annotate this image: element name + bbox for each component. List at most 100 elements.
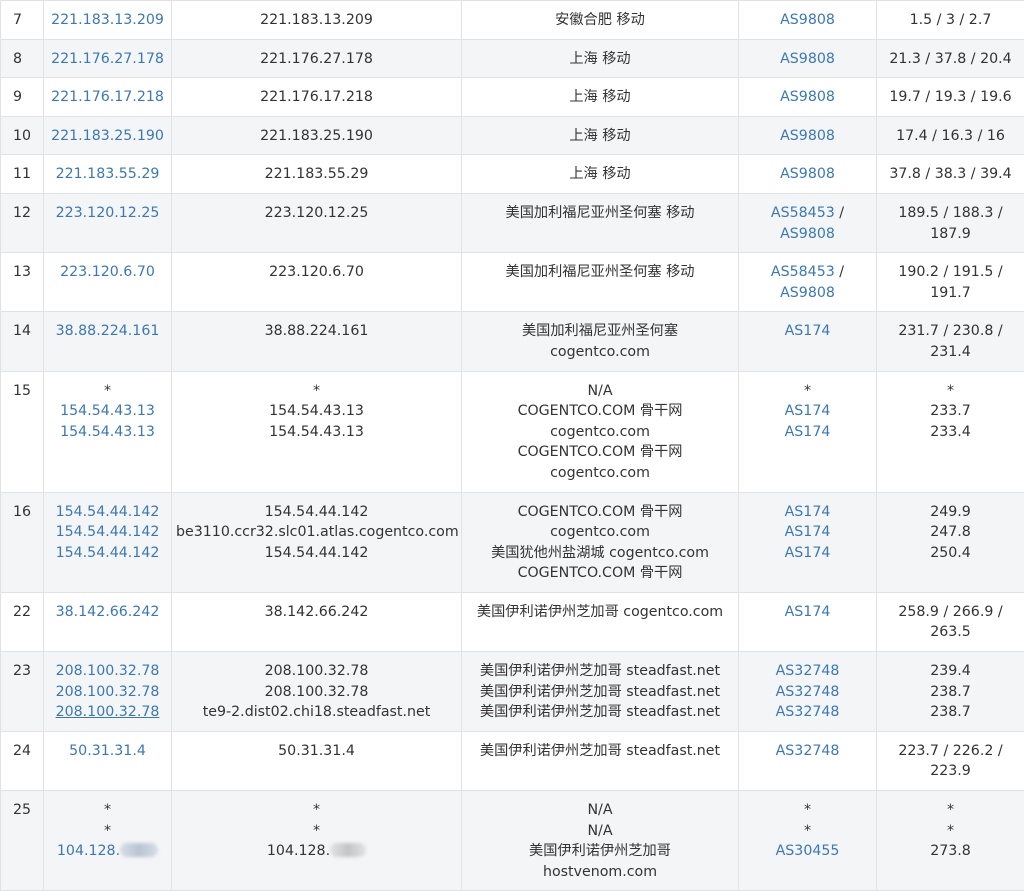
- table-row: 8221.176.27.178221.176.27.178上海 移动AS9808…: [1, 39, 1024, 78]
- as-link[interactable]: AS9808: [743, 87, 872, 108]
- latency-value: 258.9 / 266.9 /: [881, 602, 1020, 623]
- latency-cell: 21.3 / 37.8 / 20.4: [877, 39, 1024, 78]
- as-link[interactable]: AS58453: [771, 205, 835, 221]
- ip-link[interactable]: 154.54.44.142: [48, 502, 167, 523]
- as-link[interactable]: AS174: [743, 602, 872, 623]
- ip-cell: 221.176.27.178: [44, 39, 172, 78]
- latency-cell: 190.2 / 191.5 /191.7: [877, 253, 1024, 312]
- ip-link[interactable]: 223.120.12.25: [48, 203, 167, 224]
- as-link[interactable]: AS9808: [743, 126, 872, 147]
- as-link[interactable]: AS32748: [743, 741, 872, 762]
- location-text: cogentco.com: [466, 422, 734, 443]
- ip-cell: 221.176.17.218: [44, 78, 172, 117]
- latency-value: 37.8 / 38.3 / 39.4: [881, 164, 1020, 185]
- ip-link[interactable]: 154.54.43.13: [48, 422, 167, 443]
- location-text: 美国加利福尼亚州圣何塞 移动: [466, 203, 734, 224]
- as-link[interactable]: AS32748: [743, 702, 872, 723]
- ip-link[interactable]: 104.128.: [48, 841, 167, 862]
- hostname: *: [176, 381, 457, 402]
- hostname-cell: 221.176.27.178: [172, 39, 462, 78]
- latency-value: 191.7: [881, 283, 1020, 304]
- hostname-cell: 223.120.6.70: [172, 253, 462, 312]
- latency-cell: 231.7 / 230.8 /231.4: [877, 312, 1024, 371]
- location-text: COGENTCO.COM 骨干网: [466, 563, 734, 584]
- location-text: 美国伊利诺伊州芝加哥 steadfast.net: [466, 741, 734, 762]
- as-link[interactable]: AS174: [743, 543, 872, 564]
- table-row: 13223.120.6.70223.120.6.70美国加利福尼亚州圣何塞 移动…: [1, 253, 1024, 312]
- latency-cell: 37.8 / 38.3 / 39.4: [877, 155, 1024, 194]
- ip-link[interactable]: 221.183.55.29: [48, 164, 167, 185]
- ip-link[interactable]: 221.183.25.190: [48, 126, 167, 147]
- ip-link[interactable]: 38.88.224.161: [48, 321, 167, 342]
- table-row: 9221.176.17.218221.176.17.218上海 移动AS9808…: [1, 78, 1024, 117]
- hostname: 154.54.43.13: [176, 401, 457, 422]
- ip-link[interactable]: 154.54.43.13: [48, 401, 167, 422]
- as-link[interactable]: AS174: [743, 321, 872, 342]
- as-link[interactable]: AS9808: [743, 224, 872, 245]
- as-link[interactable]: AS9808: [743, 49, 872, 70]
- ip-link[interactable]: 50.31.31.4: [48, 741, 167, 762]
- location-cell: 美国伊利诺伊州芝加哥 steadfast.net: [462, 731, 739, 790]
- ip-cell: 208.100.32.78208.100.32.78208.100.32.78: [44, 652, 172, 732]
- as-link[interactable]: AS174: [743, 401, 872, 422]
- as-cell: AS174: [739, 592, 877, 651]
- ip-cell: *154.54.43.13154.54.43.13: [44, 371, 172, 492]
- location-text: 上海 移动: [466, 164, 734, 185]
- hostname-cell: 221.183.25.190: [172, 116, 462, 155]
- hostname: 221.176.17.218: [176, 87, 457, 108]
- latency-value: 190.2 / 191.5 /: [881, 262, 1020, 283]
- ip-link[interactable]: 223.120.6.70: [48, 262, 167, 283]
- ip-link[interactable]: 221.183.13.209: [48, 10, 167, 31]
- latency-cell: **273.8: [877, 791, 1024, 891]
- as-cell: AS9808: [739, 39, 877, 78]
- hop-number: 16: [1, 492, 44, 592]
- as-link[interactable]: AS9808: [743, 10, 872, 31]
- hostname-cell: 221.183.13.209: [172, 1, 462, 40]
- hostname: 221.183.55.29: [176, 164, 457, 185]
- as-cell: *AS174AS174: [739, 371, 877, 492]
- as-link[interactable]: AS174: [743, 502, 872, 523]
- ip-link[interactable]: 208.100.32.78: [48, 661, 167, 682]
- location-cell: COGENTCO.COM 骨干网cogentco.com美国犹他州盐湖城 cog…: [462, 492, 739, 592]
- latency-value: 247.8: [881, 522, 1020, 543]
- as-separator: /: [835, 264, 844, 280]
- ip-link[interactable]: 154.54.44.142: [48, 543, 167, 564]
- ip-cell: **104.128.: [44, 791, 172, 891]
- latency-cell: 189.5 / 188.3 /187.9: [877, 193, 1024, 252]
- location-cell: 美国加利福尼亚州圣何塞 移动: [462, 253, 739, 312]
- hop-number: 15: [1, 371, 44, 492]
- ip-link[interactable]: 208.100.32.78: [48, 702, 167, 723]
- hop-number: 9: [1, 78, 44, 117]
- latency-value: 187.9: [881, 224, 1020, 245]
- traceroute-rows: 7221.183.13.209221.183.13.209安徽合肥 移动AS98…: [1, 1, 1024, 891]
- ip-link[interactable]: 38.142.66.242: [48, 602, 167, 623]
- as-link[interactable]: AS32748: [743, 682, 872, 703]
- ip-link[interactable]: 221.176.17.218: [48, 87, 167, 108]
- ip-link[interactable]: 154.54.44.142: [48, 522, 167, 543]
- location-text: N/A: [466, 800, 734, 821]
- hostname-cell: 221.176.17.218: [172, 78, 462, 117]
- as-link[interactable]: AS174: [743, 522, 872, 543]
- as-link[interactable]: AS9808: [743, 164, 872, 185]
- hostname: 221.183.25.190: [176, 126, 457, 147]
- hostname: te9-2.dist02.chi18.steadfast.net: [176, 702, 457, 723]
- as-link[interactable]: AS32748: [743, 661, 872, 682]
- as-line: AS58453 /: [743, 262, 872, 283]
- ip-cell: 154.54.44.142154.54.44.142154.54.44.142: [44, 492, 172, 592]
- hostname: 104.128.: [176, 841, 457, 862]
- hostname: 154.54.44.142: [176, 543, 457, 564]
- ip-cell: 38.142.66.242: [44, 592, 172, 651]
- location-text: 安徽合肥 移动: [466, 10, 734, 31]
- as-link[interactable]: AS58453: [771, 264, 835, 280]
- as-link[interactable]: AS30455: [743, 841, 872, 862]
- location-text: N/A: [466, 381, 734, 402]
- hop-number: 10: [1, 116, 44, 155]
- hostname: 38.88.224.161: [176, 321, 457, 342]
- hop-number: 22: [1, 592, 44, 651]
- ip-unknown: *: [48, 800, 167, 821]
- ip-link[interactable]: 208.100.32.78: [48, 682, 167, 703]
- as-link[interactable]: AS174: [743, 422, 872, 443]
- latency-value: 231.4: [881, 342, 1020, 363]
- as-link[interactable]: AS9808: [743, 283, 872, 304]
- ip-link[interactable]: 221.176.27.178: [48, 49, 167, 70]
